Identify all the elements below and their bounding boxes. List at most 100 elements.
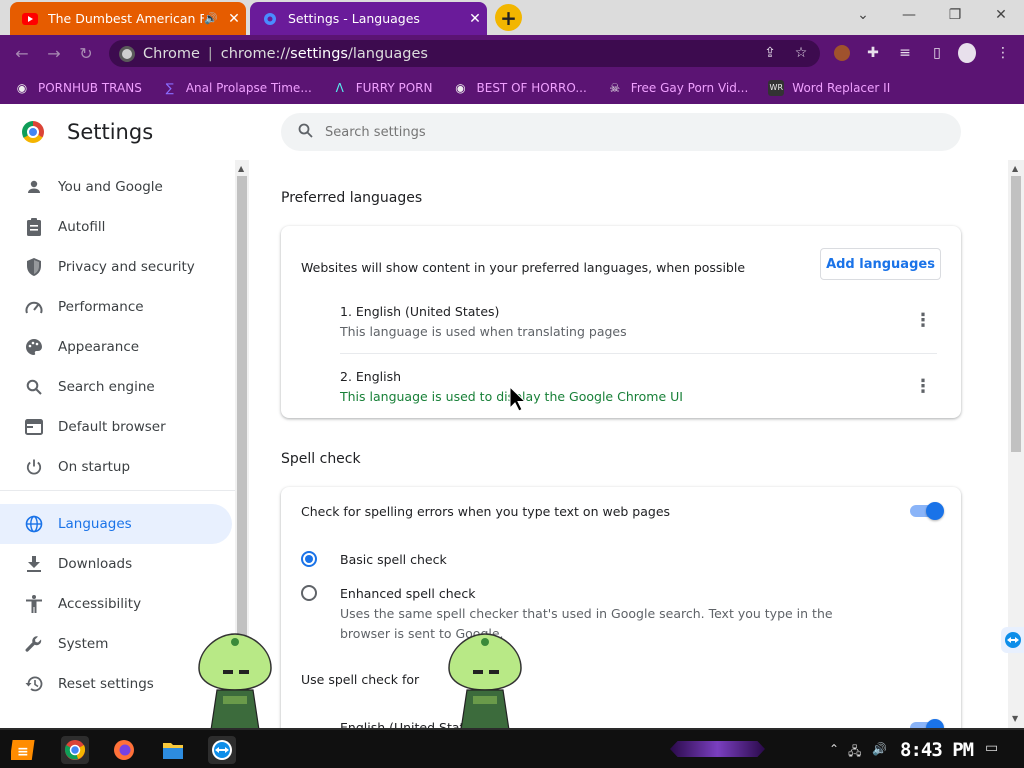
settings-gear-icon: [262, 11, 278, 27]
tray-overflow-icon[interactable]: ⌃: [829, 742, 839, 756]
taskbar-clock[interactable]: 8:43 PM: [900, 739, 974, 761]
bookmark-item[interactable]: ∑ Anal Prolapse Time...: [162, 80, 312, 96]
audio-icon[interactable]: 🔊: [204, 12, 218, 25]
more-options-icon[interactable]: ⋮: [913, 310, 933, 331]
sidebar-item-label: Default browser: [58, 419, 166, 435]
sidebar-item-on-startup[interactable]: On startup: [0, 447, 232, 487]
browser-icon: [24, 417, 44, 437]
globe-icon: ◉: [16, 80, 28, 95]
extensions-icon[interactable]: ✚: [864, 44, 882, 62]
url-prefix: chrome://: [220, 45, 291, 62]
close-window-button[interactable]: ✕: [978, 0, 1024, 30]
shield-icon: [24, 257, 44, 277]
browser-toolbar: ← → ↻ Chrome | chrome://settings/languag…: [0, 35, 1024, 71]
peridot-sticker-icon: [448, 633, 522, 730]
sidebar-item-performance[interactable]: Performance: [0, 287, 232, 327]
scroll-up-icon[interactable]: ▲: [1012, 164, 1018, 173]
volume-icon[interactable]: 🔊: [872, 742, 887, 756]
reading-list-icon[interactable]: ≡: [896, 44, 914, 62]
add-languages-button[interactable]: Add languages: [820, 248, 941, 280]
sidebar-divider: [0, 490, 235, 491]
bookmark-item[interactable]: ☠ Free Gay Porn Vid...: [607, 80, 748, 96]
sidebar-item-default-browser[interactable]: Default browser: [0, 407, 232, 447]
tab-search-icon[interactable]: ⌄: [840, 0, 886, 30]
sidebar-item-search-engine[interactable]: Search engine: [0, 367, 232, 407]
sidebar-item-privacy[interactable]: Privacy and security: [0, 247, 232, 287]
new-tab-button[interactable]: +: [495, 4, 522, 31]
share-icon[interactable]: ⇪: [761, 44, 779, 62]
forward-icon[interactable]: →: [44, 43, 64, 63]
language-name: 1. English (United States): [340, 304, 500, 319]
globe-icon: ◉: [455, 80, 466, 95]
bookmark-item[interactable]: ◉ PORNHUB TRANS: [14, 80, 142, 96]
network-icon[interactable]: 🖧: [848, 742, 861, 763]
sidebar-item-label: Downloads: [58, 556, 133, 572]
sidebar-item-accessibility[interactable]: Accessibility: [0, 584, 232, 624]
spell-check-card: Check for spelling errors when you type …: [281, 487, 961, 747]
start-button[interactable]: ≡: [10, 736, 38, 764]
minimize-button[interactable]: —: [886, 0, 932, 30]
side-panel-icon[interactable]: ▯: [928, 44, 946, 62]
spell-check-toggle[interactable]: [910, 502, 944, 520]
separator: |: [207, 45, 213, 62]
scroll-down-icon[interactable]: ▼: [1012, 714, 1018, 723]
teamviewer-icon[interactable]: [1001, 627, 1024, 653]
palette-icon: [24, 337, 44, 357]
bookmark-item[interactable]: ◉ BEST OF HORRO...: [453, 80, 587, 96]
reload-icon[interactable]: ↻: [76, 43, 96, 63]
wr-icon: WR: [768, 79, 785, 96]
svg-text:≡: ≡: [17, 744, 29, 760]
basic-spell-check-radio[interactable]: [301, 551, 317, 567]
sidebar-item-downloads[interactable]: Downloads: [0, 544, 232, 584]
restore-button[interactable]: ❐: [932, 0, 978, 30]
spell-check-toggle-label: Check for spelling errors when you type …: [301, 504, 671, 519]
sidebar-item-label: Reset settings: [58, 676, 154, 692]
sidebar-item-appearance[interactable]: Appearance: [0, 327, 232, 367]
file-explorer-taskbar-icon[interactable]: [159, 736, 187, 764]
sidebar-item-label: Search engine: [58, 379, 155, 395]
tab-strip: The Dumbest American Fa 🔊 ✕ Settings - L…: [0, 0, 1024, 35]
taskbar: ≡ ⌃ 🖧 🔊 8:43 PM ▭: [0, 728, 1024, 768]
bookmark-item[interactable]: Λ FURRY PORN: [332, 80, 433, 96]
youtube-icon: [22, 11, 38, 27]
sidebar-item-label: Privacy and security: [58, 259, 195, 275]
close-tab-icon[interactable]: ✕: [222, 11, 246, 27]
back-icon[interactable]: ←: [12, 43, 32, 63]
sidebar-item-label: Languages: [58, 516, 132, 532]
sidebar-item-languages[interactable]: Languages: [0, 504, 232, 544]
bookmark-label: Anal Prolapse Time...: [185, 80, 312, 95]
close-tab-icon[interactable]: ✕: [463, 11, 487, 27]
preferred-languages-description: Websites will show content in your prefe…: [301, 260, 746, 275]
firefox-taskbar-icon[interactable]: [110, 736, 138, 764]
mouse-cursor-icon: [509, 386, 527, 412]
address-bar[interactable]: Chrome | chrome://settings/languages: [109, 40, 820, 67]
person-icon: [24, 177, 44, 197]
bookmark-icon: ∑: [165, 80, 174, 95]
bookmark-item[interactable]: WR Word Replacer II: [768, 79, 890, 96]
tab-youtube[interactable]: The Dumbest American Fa 🔊 ✕: [10, 2, 246, 35]
sidebar-item-you-and-google[interactable]: You and Google: [0, 167, 232, 207]
enhanced-spell-check-radio[interactable]: [301, 585, 317, 601]
basic-spell-check-label: Basic spell check: [340, 552, 447, 567]
divider: [340, 353, 937, 354]
chrome-taskbar-icon[interactable]: [61, 736, 89, 764]
sidebar-item-autofill[interactable]: Autofill: [0, 207, 232, 247]
accessibility-icon: [24, 594, 44, 614]
section-title-preferred-languages: Preferred languages: [281, 190, 423, 206]
site-label: Chrome: [143, 45, 200, 62]
scroll-up-icon[interactable]: ▲: [238, 164, 244, 173]
notifications-icon[interactable]: ▭: [985, 740, 998, 756]
sidebar-item-label: You and Google: [58, 179, 163, 195]
teamviewer-taskbar-icon[interactable]: [208, 736, 236, 764]
search-input[interactable]: [325, 124, 885, 140]
more-options-icon[interactable]: ⋮: [913, 376, 933, 397]
menu-kebab-icon[interactable]: ⋮: [994, 44, 1012, 62]
tab-settings[interactable]: Settings - Languages ✕: [250, 2, 487, 35]
bookmarks-bar: ◉ PORNHUB TRANS ∑ Anal Prolapse Time... ΛF…: [0, 71, 1024, 104]
profile-avatar-icon[interactable]: [958, 43, 976, 63]
search-settings-box[interactable]: [281, 113, 961, 151]
scrollbar-thumb[interactable]: [1011, 176, 1021, 452]
taskbar-decoration: [670, 741, 765, 757]
extension-avatar-icon[interactable]: [833, 44, 851, 62]
bookmark-star-icon[interactable]: ☆: [792, 44, 810, 62]
